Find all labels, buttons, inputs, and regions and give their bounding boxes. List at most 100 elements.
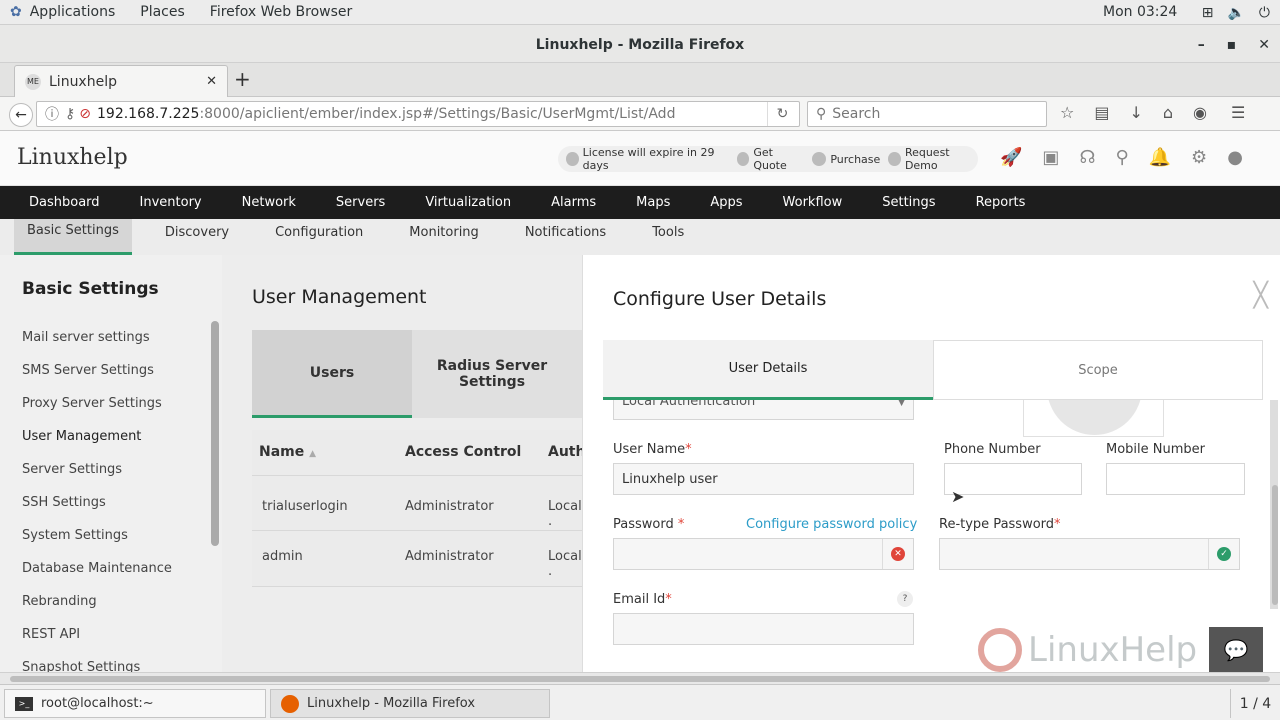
cell-name[interactable]: admin (262, 549, 303, 564)
minimize-icon[interactable]: – (1198, 25, 1205, 65)
network-icon[interactable]: ⊞ (1202, 5, 1214, 21)
sidebar-item-mail-server[interactable]: Mail server settings (22, 330, 150, 345)
pocket-icon[interactable]: ◉ (1193, 103, 1207, 122)
submenu-basic-settings[interactable]: Basic Settings (14, 219, 132, 255)
purchase-link[interactable]: Purchase (812, 152, 880, 166)
request-demo-link[interactable]: Request Demo (888, 146, 978, 172)
menu-apps[interactable]: Apps (710, 195, 742, 210)
chat-button[interactable]: 💬 (1209, 627, 1263, 672)
sidebar-item-sms-server[interactable]: SMS Server Settings (22, 363, 154, 378)
submenu-monitoring[interactable]: Monitoring (396, 219, 492, 255)
modal-scrollbar[interactable] (1272, 485, 1278, 605)
watermark-text: LinuxHelp (1028, 630, 1198, 670)
phone-field[interactable] (944, 463, 1082, 495)
modal-title: Configure User Details (613, 288, 827, 310)
volume-icon[interactable]: 🔈 (1227, 5, 1244, 21)
submenu-tools[interactable]: Tools (639, 219, 697, 255)
sidebar-scrollbar[interactable] (211, 321, 219, 546)
modal-close-icon[interactable]: ╳ (1254, 283, 1268, 307)
sidebar-item-user-management[interactable]: User Management (22, 429, 141, 444)
submenu-configuration[interactable]: Configuration (262, 219, 376, 255)
menu-alarms[interactable]: Alarms (551, 195, 596, 210)
sidebar-item-rest-api[interactable]: REST API (22, 627, 80, 642)
reading-list-icon[interactable]: ▤ (1094, 103, 1109, 122)
horizontal-scroll-thumb[interactable] (10, 676, 1270, 682)
username-field[interactable]: Linuxhelp user (613, 463, 914, 495)
gear-icon[interactable]: ⚙ (1191, 147, 1207, 168)
tab-users[interactable]: Users (252, 330, 412, 418)
firefox-app-menu[interactable]: Firefox Web Browser (210, 4, 353, 20)
applications-menu[interactable]: Applications (30, 4, 116, 20)
home-icon[interactable]: ⌂ (1163, 103, 1173, 122)
get-quote-link[interactable]: Get Quote (736, 146, 805, 172)
workspace-pager[interactable]: 1 / 4 (1230, 689, 1280, 718)
menu-maps[interactable]: Maps (636, 195, 670, 210)
url-bar[interactable]: ⓘ ⚷ ⊘ 192.168.7.225:8000/apiclient/ember… (36, 101, 800, 127)
menu-dashboard[interactable]: Dashboard (29, 195, 100, 210)
back-icon[interactable]: ← (9, 103, 33, 127)
taskbar-firefox[interactable]: Linuxhelp - Mozilla Firefox (270, 689, 550, 718)
menu-settings[interactable]: Settings (882, 195, 935, 210)
reload-icon[interactable]: ↻ (767, 102, 797, 126)
menu-virtualization[interactable]: Virtualization (425, 195, 511, 210)
places-menu[interactable]: Places (140, 4, 185, 20)
help-icon[interactable]: ? (897, 591, 913, 607)
search-input[interactable]: ⚲ Search (807, 101, 1047, 127)
menu-inventory[interactable]: Inventory (140, 195, 202, 210)
sidebar-item-rebranding[interactable]: Rebranding (22, 594, 97, 609)
hamburger-menu-icon[interactable]: ☰ (1231, 103, 1245, 122)
search-header-icon[interactable]: ⚲ (1115, 147, 1128, 168)
bell-icon[interactable]: 🔔 (1149, 147, 1171, 168)
maximize-icon[interactable]: ▪ (1227, 25, 1237, 65)
info-icon[interactable]: ⓘ (45, 104, 59, 124)
new-tab-icon[interactable]: + (234, 69, 251, 89)
close-window-icon[interactable]: ✕ (1258, 25, 1270, 65)
user-management-panel: User Management Users Radius Server Sett… (222, 255, 585, 672)
authentication-select[interactable]: Local Authentication ▼ (613, 400, 914, 420)
submenu-notifications[interactable]: Notifications (512, 219, 619, 255)
retype-password-field[interactable]: ✓ (939, 538, 1240, 570)
clock[interactable]: Mon 03:24 (1103, 4, 1177, 20)
sidebar-item-proxy-server[interactable]: Proxy Server Settings (22, 396, 162, 411)
column-access-control[interactable]: Access Control (405, 444, 521, 460)
menu-network[interactable]: Network (242, 195, 296, 210)
sidebar-item-server-settings[interactable]: Server Settings (22, 462, 122, 477)
phone-label: Phone Number (944, 442, 1041, 457)
search-icon: ⚲ (816, 106, 827, 122)
brand-logo[interactable]: Linuxhelp (17, 145, 128, 170)
gnome-foot-icon: ✿ (10, 4, 22, 20)
sidebar-item-database-maintenance[interactable]: Database Maintenance (22, 561, 172, 576)
user-avatar-icon[interactable]: ● (1227, 147, 1243, 168)
mobile-field[interactable] (1106, 463, 1245, 495)
configure-password-policy-link[interactable]: Configure password policy (746, 517, 917, 532)
tab-user-details[interactable]: User Details (603, 340, 933, 400)
page-horizontal-scrollbar[interactable] (0, 672, 1280, 684)
row-divider (252, 530, 582, 531)
browser-tab[interactable]: ME Linuxhelp ✕ (14, 65, 228, 97)
tab-scope[interactable]: Scope (933, 340, 1263, 400)
download-icon[interactable]: ↓ (1129, 103, 1142, 122)
menu-servers[interactable]: Servers (336, 195, 385, 210)
menu-workflow[interactable]: Workflow (783, 195, 843, 210)
user-photo[interactable] (1023, 400, 1164, 437)
column-name[interactable]: Name ▲ (259, 444, 316, 460)
dollar-icon (736, 152, 750, 166)
taskbar-terminal[interactable]: >_ root@localhost:~ (4, 689, 266, 718)
submenu-discovery[interactable]: Discovery (152, 219, 242, 255)
headset-icon[interactable]: ☊ (1079, 147, 1095, 168)
tab-radius-server-settings[interactable]: Radius Server Settings (412, 330, 572, 418)
column-auth[interactable]: Auth (548, 444, 585, 460)
settings-submenu: Basic Settings Discovery Configuration M… (0, 219, 1280, 255)
close-tab-icon[interactable]: ✕ (206, 74, 217, 89)
presentation-icon[interactable]: ▣ (1042, 147, 1059, 168)
cell-name[interactable]: trialuserlogin (262, 499, 348, 514)
menu-reports[interactable]: Reports (976, 195, 1026, 210)
bookmark-star-icon[interactable]: ☆ (1060, 103, 1074, 122)
sidebar-item-snapshot-settings[interactable]: Snapshot Settings (22, 660, 140, 672)
sidebar-item-ssh-settings[interactable]: SSH Settings (22, 495, 106, 510)
rocket-icon[interactable]: 🚀 (1000, 147, 1022, 168)
password-field[interactable]: ✕ (613, 538, 914, 570)
email-field[interactable] (613, 613, 914, 645)
power-icon[interactable]: ⏻ (1259, 5, 1270, 21)
sidebar-item-system-settings[interactable]: System Settings (22, 528, 128, 543)
